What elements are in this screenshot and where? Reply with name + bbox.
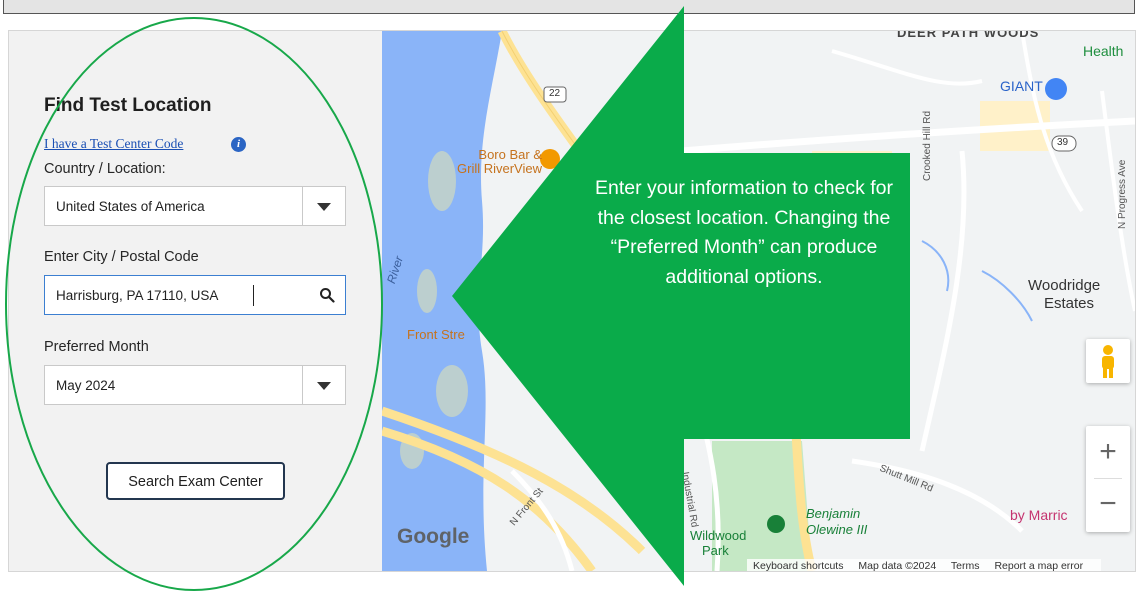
- callout-text: Enter your information to check for the …: [594, 177, 894, 288]
- callout-arrow: [452, 6, 910, 586]
